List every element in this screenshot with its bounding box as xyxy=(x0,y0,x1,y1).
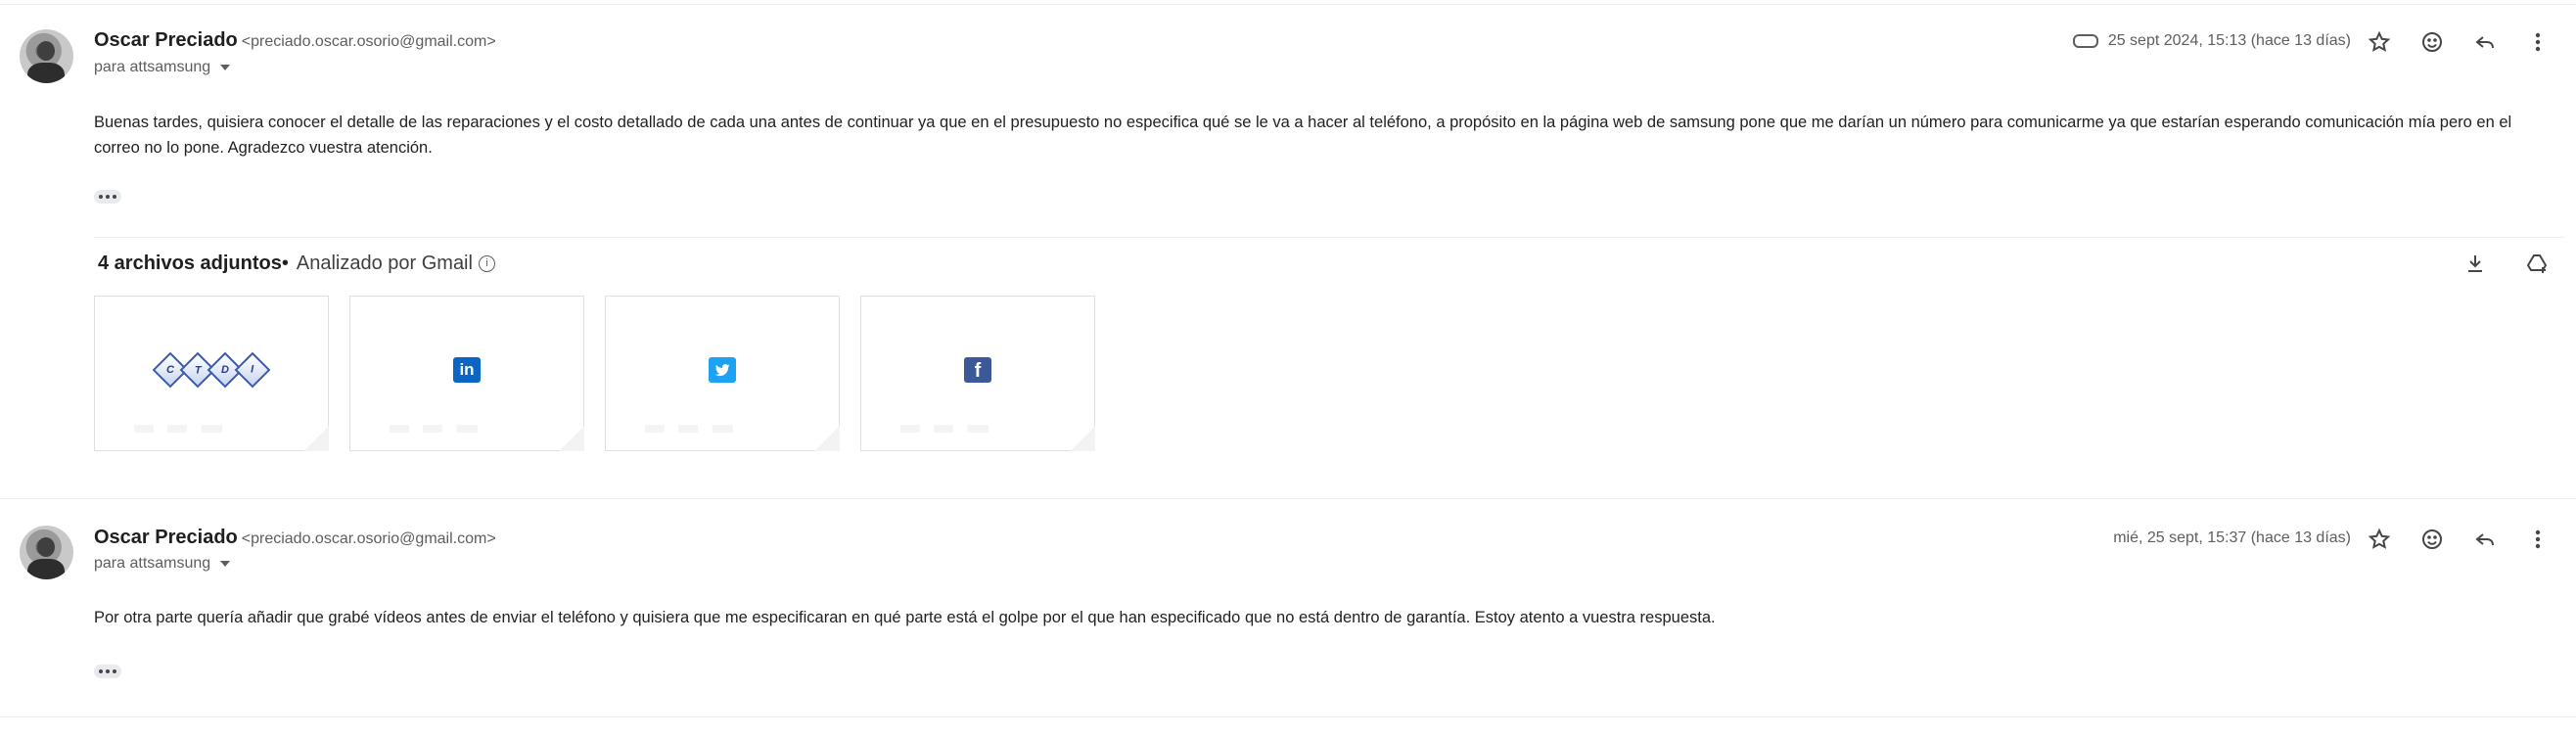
sender-name: Oscar Preciado xyxy=(94,29,238,51)
avatar[interactable] xyxy=(20,526,73,579)
twitter-icon xyxy=(709,357,736,383)
page-fold xyxy=(814,426,840,451)
attachment-tile[interactable]: in xyxy=(349,296,584,451)
reply-button[interactable] xyxy=(2459,523,2511,556)
more-options-button[interactable] xyxy=(2511,523,2564,556)
download-icon xyxy=(2468,255,2482,272)
info-icon[interactable]: i xyxy=(478,255,495,273)
facebook-icon: f xyxy=(964,357,991,383)
sender-email: <preciado.oscar.osorio@gmail.com> xyxy=(241,530,496,547)
avatar[interactable] xyxy=(20,29,73,83)
reply-button[interactable] xyxy=(2459,25,2511,59)
emoji-icon xyxy=(2422,32,2442,52)
recipient-label: para attsamsung xyxy=(94,555,211,572)
ctdi-logo: C T D I xyxy=(152,351,271,389)
message-body: Por otra parte quería añadir que grabé v… xyxy=(94,609,1716,626)
attachment-tile[interactable] xyxy=(605,296,840,451)
attachments-count: 4 archivos adjuntos xyxy=(98,253,282,274)
message-date: mié, 25 sept, 15:37 (hace 13 días) xyxy=(2113,529,2351,546)
download-all-button[interactable] xyxy=(2449,247,2502,280)
sender[interactable]: Oscar Preciado <preciado.oscar.osorio@gma… xyxy=(94,527,496,549)
more-options-button[interactable] xyxy=(2511,25,2564,59)
add-to-drive-icon xyxy=(2526,254,2548,273)
star-icon xyxy=(2368,30,2391,52)
star-button[interactable] xyxy=(2353,25,2406,59)
attachments-separator: • xyxy=(281,253,289,274)
attachment-tile[interactable]: C T D I xyxy=(94,296,329,451)
emoji-reaction-button[interactable] xyxy=(2406,523,2459,556)
star-button[interactable] xyxy=(2353,523,2406,556)
recipient-details-toggle[interactable]: para attsamsung xyxy=(94,59,231,76)
attachment-clip-icon xyxy=(2072,33,2098,48)
attachment-tile[interactable]: f xyxy=(860,296,1095,451)
page-fold xyxy=(559,426,584,451)
add-to-drive-button[interactable] xyxy=(2511,247,2564,280)
attachments-header: 4 archivos adjuntos• Analizado por Gmail i xyxy=(98,253,495,275)
divider xyxy=(0,4,2576,5)
sender-email: <preciado.oscar.osorio@gmail.com> xyxy=(241,33,496,50)
more-vert-icon xyxy=(2535,529,2541,549)
divider xyxy=(0,498,2576,499)
show-trimmed-content-button[interactable] xyxy=(94,190,121,204)
sender-name: Oscar Preciado xyxy=(94,527,238,548)
more-vert-icon xyxy=(2535,32,2541,52)
chevron-down-icon[interactable] xyxy=(220,64,231,70)
page-fold xyxy=(1070,426,1095,451)
page-fold xyxy=(303,426,329,451)
divider xyxy=(0,716,2576,717)
show-trimmed-content-button[interactable] xyxy=(94,665,121,678)
linkedin-icon: in xyxy=(453,357,481,383)
analyzed-by-gmail: Analizado por Gmail xyxy=(296,253,473,274)
recipient-label: para attsamsung xyxy=(94,59,211,75)
sender[interactable]: Oscar Preciado <preciado.oscar.osorio@gma… xyxy=(94,29,496,52)
recipient-details-toggle[interactable]: para attsamsung xyxy=(94,555,231,573)
reply-icon xyxy=(2475,533,2494,546)
reply-icon xyxy=(2475,36,2494,49)
message-date: 25 sept 2024, 15:13 (hace 13 días) xyxy=(2072,32,2351,50)
message-body: Buenas tardes, quisiera conocer el detal… xyxy=(94,114,2512,157)
star-icon xyxy=(2368,528,2391,549)
attachments-divider xyxy=(94,237,2564,238)
emoji-reaction-button[interactable] xyxy=(2406,25,2459,59)
emoji-icon xyxy=(2422,529,2442,549)
date-text: 25 sept 2024, 15:13 (hace 13 días) xyxy=(2107,32,2351,49)
chevron-down-icon[interactable] xyxy=(220,560,231,567)
